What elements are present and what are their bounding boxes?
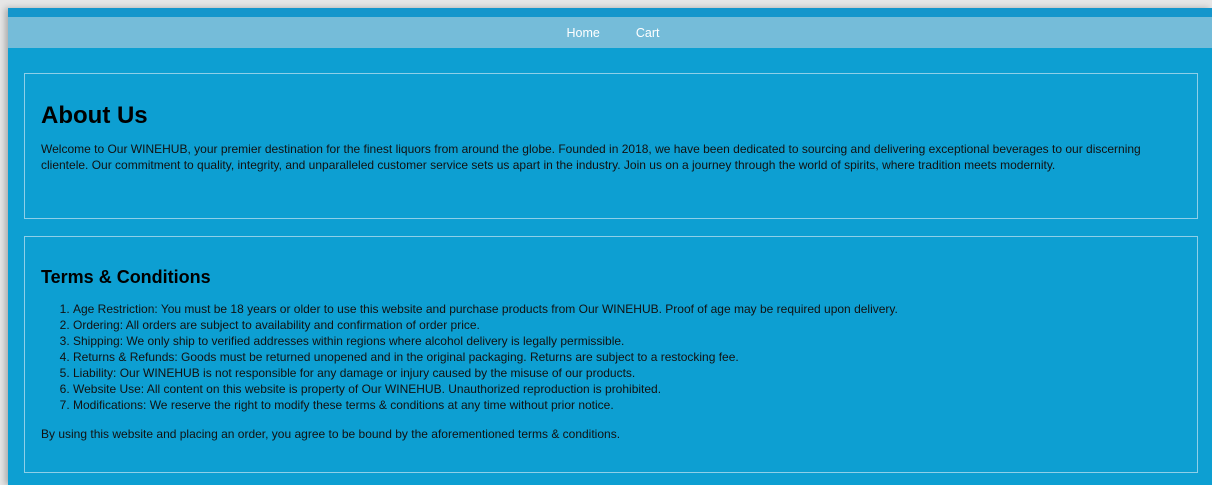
terms-item-age-restriction: Age Restriction: You must be 18 years or… xyxy=(73,301,1181,317)
terms-item-liability: Liability: Our WINEHUB is not responsibl… xyxy=(73,365,1181,381)
terms-item-returns: Returns & Refunds: Goods must be returne… xyxy=(73,349,1181,365)
about-text: Welcome to Our WINEHUB, your premier des… xyxy=(41,142,1141,172)
terms-title: Terms & Conditions xyxy=(41,267,211,287)
terms-section: Terms & Conditions Age Restriction: You … xyxy=(24,236,1198,473)
terms-item-modifications: Modifications: We reserve the right to m… xyxy=(73,397,1181,413)
top-navbar: Home Cart xyxy=(8,17,1212,48)
terms-closing-text: By using this website and placing an ord… xyxy=(41,427,621,441)
nav-link-cart[interactable]: Cart xyxy=(636,26,660,40)
nav-link-home[interactable]: Home xyxy=(567,26,600,40)
browser-window: Home Cart About Us Welcome to Our WINEHU… xyxy=(8,8,1212,485)
terms-item-shipping: Shipping: We only ship to verified addre… xyxy=(73,333,1181,349)
about-title: About Us xyxy=(41,102,148,129)
terms-item-website-use: Website Use: All content on this website… xyxy=(73,381,1181,397)
terms-list: Age Restriction: You must be 18 years or… xyxy=(41,301,1181,413)
terms-item-ordering: Ordering: All orders are subject to avai… xyxy=(73,317,1181,333)
about-section: About Us Welcome to Our WINEHUB, your pr… xyxy=(24,73,1198,219)
